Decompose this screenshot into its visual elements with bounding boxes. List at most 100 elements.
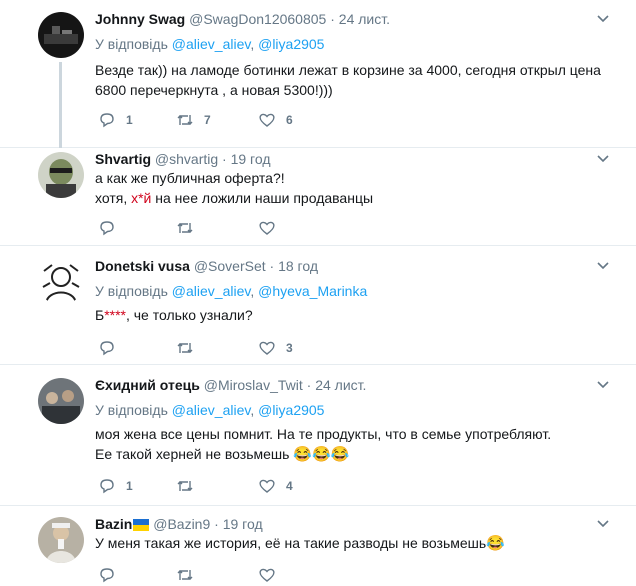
author-name[interactable]: Johnny Swag [95, 11, 185, 27]
reply-button[interactable] [98, 565, 116, 585]
author-name[interactable]: Donetski vusa [95, 258, 190, 274]
caret-down-icon[interactable] [596, 259, 610, 273]
text-fragment: У меня такая же история, её на такие раз… [95, 535, 487, 551]
retweet-button[interactable]: 7 [176, 110, 211, 130]
reply-icon [100, 113, 114, 128]
like-button[interactable]: 3 [258, 338, 293, 358]
avatar[interactable] [38, 517, 84, 563]
reply-button[interactable]: 1 [98, 110, 133, 130]
separator-dot: · [269, 258, 275, 274]
reply-button[interactable] [98, 338, 116, 358]
author-handle[interactable]: @Miroslav_Twit [204, 377, 303, 393]
mention-link[interactable]: @liya2905 [258, 36, 324, 52]
separator-dot: · [214, 516, 219, 532]
retweet-icon [177, 481, 193, 491]
reply-count: 1 [126, 113, 133, 127]
reply-prefix: У відповідь [95, 36, 168, 52]
retweet-icon [177, 115, 193, 125]
like-icon [259, 341, 275, 355]
retweet-button[interactable] [176, 338, 194, 358]
like-button[interactable]: 4 [258, 476, 293, 496]
censor-mark: х*й [131, 190, 152, 206]
like-icon [259, 113, 275, 127]
tweet-text-line: 6800 перечеркнута , а новая 5300!))) [95, 82, 333, 98]
mention-link[interactable]: @liya2905 [258, 402, 324, 418]
thread-line [59, 62, 62, 148]
like-icon [259, 479, 275, 493]
reply-prefix: У відповідь [95, 283, 168, 299]
timestamp[interactable]: 18 год [278, 258, 318, 274]
avatar[interactable] [38, 12, 84, 58]
separator-dot: · [222, 151, 227, 167]
caret-down-icon[interactable] [596, 378, 610, 392]
text-fragment: Ее такой херней не возьмешь [95, 446, 294, 462]
retweet-button[interactable] [176, 218, 194, 238]
tweet-text: У меня такая же история, её на такие раз… [95, 533, 505, 554]
tweet-bazin[interactable]: Bazin @Bazin9 · 19 год У меня такая же и… [0, 507, 636, 586]
reply-button[interactable]: 1 [98, 476, 133, 496]
avatar[interactable] [38, 152, 84, 198]
text-fragment: на нее ложили наши продаванцы [155, 190, 374, 206]
mention-link[interactable]: @aliev_aliev [172, 402, 251, 418]
text-fragment: хотя, [95, 190, 132, 206]
tweet-shvartig[interactable]: Shvartig @shvartig · 19 год а как же пуб… [0, 140, 636, 246]
reply-icon [100, 221, 114, 236]
text-fragment: , че только узнали? [125, 307, 253, 323]
author-handle[interactable]: @SwagDon12060805 [189, 11, 326, 27]
caret-down-icon[interactable] [596, 12, 610, 26]
tweet-text-line: а как же публичная оферта?! [95, 170, 285, 186]
mention-link[interactable]: @aliev_aliev [172, 283, 251, 299]
avatar[interactable] [38, 259, 84, 305]
reply-icon [100, 341, 114, 356]
author-name[interactable]: Єхидний отець [95, 377, 200, 393]
separator-dot: · [306, 377, 312, 393]
tweet-yekhydnyi-otets[interactable]: Єхидний отець @Miroslav_Twit · 24 лист. … [0, 366, 636, 506]
reply-icon [100, 568, 114, 583]
caret-down-icon[interactable] [596, 152, 610, 166]
retweet-button[interactable] [176, 476, 194, 496]
retweet-icon [177, 570, 193, 580]
timestamp[interactable]: 19 год [231, 151, 271, 167]
author-handle[interactable]: @Bazin9 [153, 516, 210, 532]
tweet-text: Б****, че только узнали? [95, 305, 253, 325]
like-button[interactable]: 6 [258, 110, 293, 130]
retweet-button[interactable] [176, 565, 194, 585]
tweet-text-line: моя жена все цены помнит. На те продукты… [95, 426, 552, 442]
tweet-donetski-vusa[interactable]: Donetski vusa @SoverSet · 18 год У відпо… [0, 247, 636, 365]
ukraine-flag-icon [133, 519, 150, 531]
mention-link[interactable]: @hyeva_Marinka [258, 283, 367, 299]
author-handle[interactable]: @SoverSet [194, 258, 266, 274]
timestamp[interactable]: 24 лист. [339, 11, 390, 27]
like-count: 4 [286, 479, 293, 493]
reply-context: У відповідь @aliev_aliev, @liya2905 [95, 402, 325, 418]
like-button[interactable] [258, 565, 276, 585]
caret-down-icon[interactable] [596, 517, 610, 531]
avatar[interactable] [38, 378, 84, 424]
like-count: 6 [286, 113, 293, 127]
author-name[interactable]: Shvartig [95, 151, 151, 167]
author-name[interactable]: Bazin [95, 516, 132, 532]
tweet-text: моя жена все цены помнит. На те продукты… [95, 424, 551, 465]
tweet-text: а как же публичная оферта?! хотя, х*й на… [95, 168, 373, 208]
mention-link[interactable]: @aliev_aliev [172, 36, 251, 52]
tweet-text-line: Везде так)) на ламоде ботинки лежат в ко… [95, 62, 601, 78]
reply-context: У відповідь @aliev_aliev, @hyeva_Marinka [95, 283, 368, 299]
tweet-text-line: хотя, х*й на нее ложили наши продаванцы [95, 188, 373, 208]
laughing-emoji-icon: 😂 [486, 535, 505, 552]
reply-icon [100, 479, 114, 494]
tweet-text: Везде так)) на ламоде ботинки лежат в ко… [95, 60, 601, 100]
author-handle[interactable]: @shvartig [155, 151, 218, 167]
like-icon [259, 568, 275, 582]
tweet-text-line: Ее такой херней не возьмешь 😂😂😂 [95, 444, 551, 465]
like-button[interactable] [258, 218, 276, 238]
timestamp[interactable]: 24 лист. [315, 377, 366, 393]
tweet-johnny-swag[interactable]: Johnny Swag @SwagDon12060805 · 24 лист. … [0, 0, 636, 148]
like-icon [259, 221, 275, 235]
retweet-icon [177, 223, 193, 233]
like-count: 3 [286, 341, 293, 355]
retweet-count: 7 [204, 113, 211, 127]
reply-button[interactable] [98, 218, 116, 238]
retweet-icon [177, 343, 193, 353]
censor-mark: **** [104, 307, 126, 323]
timestamp[interactable]: 19 год [223, 516, 263, 532]
